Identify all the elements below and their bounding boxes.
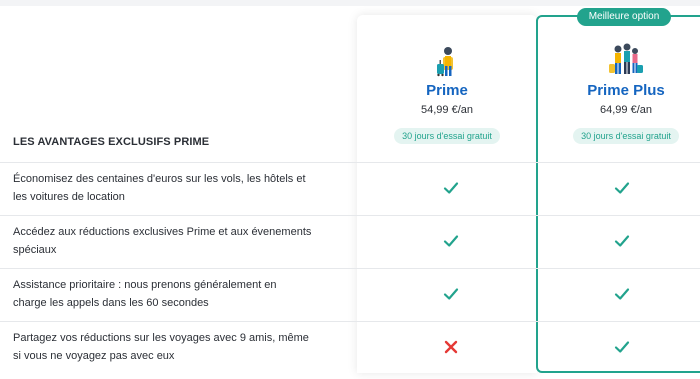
benefit-text: Assistance prioritaire : nous prenons gé…	[13, 279, 277, 309]
plan-price-prime-plus: 64,99 €/an	[600, 104, 652, 116]
check-icon	[442, 232, 460, 250]
benefits-section-title: LES AVANTAGES EXCLUSIFS PRIME	[13, 136, 210, 148]
benefit-row: Partagez vos réductions sur les voyages …	[0, 321, 700, 374]
check-icon	[613, 232, 631, 250]
benefit-row: Assistance prioritaire : nous prenons gé…	[0, 268, 700, 321]
cross-icon	[442, 338, 460, 356]
best-option-badge: Meilleure option	[577, 8, 671, 26]
benefit-text: Accédez aux réductions exclusives Prime …	[13, 226, 312, 256]
plan-header-prime-plus[interactable]: Prime Plus 64,99 €/an 30 jours d'essai g…	[536, 40, 700, 144]
plan-header-prime[interactable]: Prime 54,99 €/an 30 jours d'essai gratui…	[357, 40, 537, 144]
plan-name-prime: Prime	[426, 82, 468, 99]
benefit-text: Partagez vos réductions sur les voyages …	[13, 332, 309, 362]
check-icon	[442, 285, 460, 303]
free-trial-badge-prime: 30 jours d'essai gratuit	[394, 128, 500, 144]
benefit-text: Économisez des centaines d'euros sur les…	[13, 173, 306, 203]
plan-name-prime-plus: Prime Plus	[587, 82, 665, 99]
check-icon	[613, 179, 631, 197]
check-icon	[613, 285, 631, 303]
group-of-travelers-icon	[609, 43, 643, 74]
check-icon	[442, 179, 460, 197]
plan-price-prime: 54,99 €/an	[421, 104, 473, 116]
benefit-row: Économisez des centaines d'euros sur les…	[0, 162, 700, 215]
traveler-with-suitcase-icon	[437, 47, 453, 77]
free-trial-badge-prime-plus: 30 jours d'essai gratuit	[573, 128, 679, 144]
check-icon	[613, 338, 631, 356]
benefit-row: Accédez aux réductions exclusives Prime …	[0, 215, 700, 268]
